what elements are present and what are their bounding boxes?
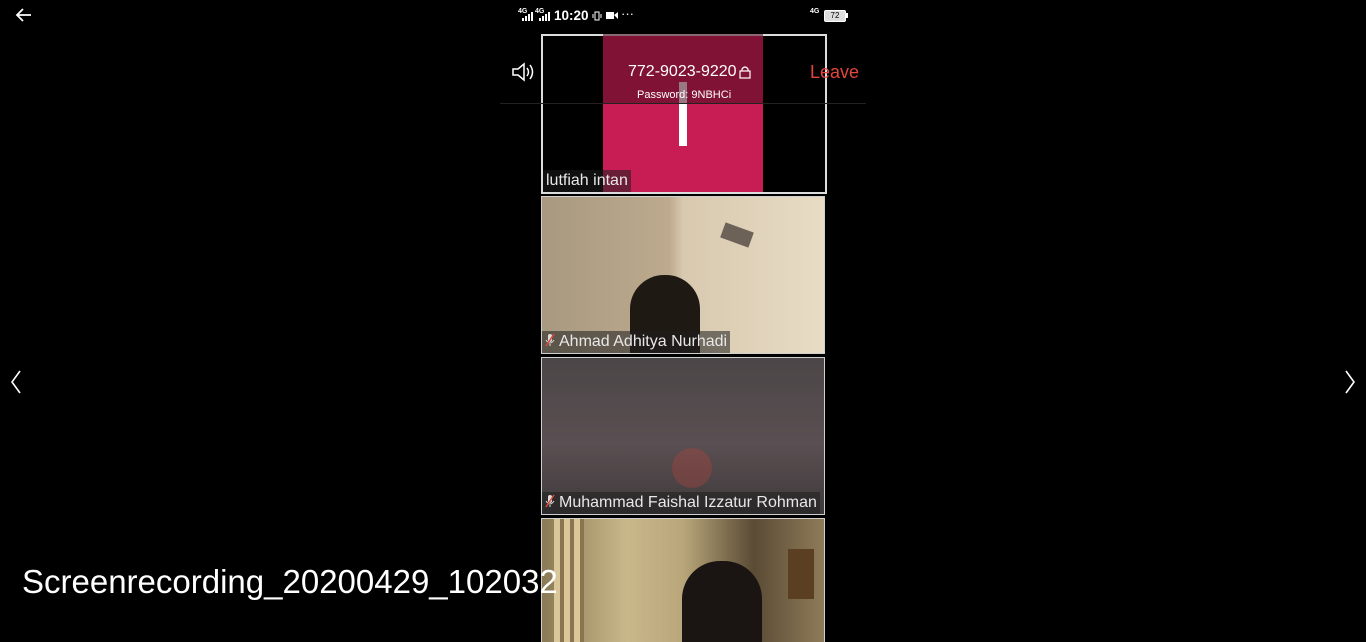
network-indicator: 4G bbox=[810, 8, 820, 15]
participant-name-text: Muhammad Faishal Izzatur Rohman bbox=[559, 494, 817, 511]
signal-icon bbox=[522, 12, 533, 21]
next-button[interactable] bbox=[1338, 362, 1362, 402]
speaker-icon bbox=[512, 62, 534, 82]
vibrate-icon bbox=[592, 11, 602, 21]
arrow-left-icon bbox=[15, 8, 31, 22]
wall-object bbox=[720, 222, 754, 248]
participant-name: Ahmad Adhitya Nurhadi bbox=[542, 331, 731, 353]
mic-muted-icon bbox=[545, 333, 555, 347]
leave-button[interactable]: Leave bbox=[810, 62, 859, 83]
participant-tile[interactable] bbox=[541, 518, 825, 642]
header-divider bbox=[500, 103, 866, 104]
video-frame: 4G 4G 10:20 ··· 4G 72 lutfiah intan 772-… bbox=[500, 0, 866, 642]
shelf bbox=[788, 549, 814, 599]
speaker-button[interactable] bbox=[510, 60, 536, 84]
status-time: 10:20 bbox=[554, 8, 589, 23]
signal-icon bbox=[539, 12, 550, 21]
participant-name: lutfiah intan bbox=[543, 170, 631, 192]
participant-tile[interactable]: Ahmad Adhitya Nurhadi bbox=[541, 196, 825, 354]
chevron-right-icon bbox=[1345, 370, 1355, 394]
meeting-id: 772-9023-9220 bbox=[628, 63, 737, 80]
previous-button[interactable] bbox=[4, 362, 28, 402]
video-person bbox=[682, 561, 762, 642]
recording-filename: Screenrecording_20200429_102032 bbox=[22, 563, 558, 600]
participant-name-text: Ahmad Adhitya Nurhadi bbox=[559, 333, 728, 350]
meeting-password: Password: 9NBHCi bbox=[637, 89, 732, 101]
video-blur bbox=[672, 448, 712, 488]
participant-name: Muhammad Faishal Izzatur Rohman bbox=[542, 492, 820, 514]
back-button[interactable] bbox=[12, 4, 36, 26]
mic-muted-icon bbox=[545, 494, 555, 508]
chevron-left-icon bbox=[11, 370, 21, 394]
participant-tile[interactable]: Muhammad Faishal Izzatur Rohman bbox=[541, 357, 825, 515]
status-bar: 4G 4G 10:20 ··· 4G 72 bbox=[500, 0, 866, 32]
more-indicator: ··· bbox=[621, 6, 634, 21]
battery-tip bbox=[846, 13, 848, 18]
battery-indicator: 72 bbox=[824, 10, 846, 22]
video-camera-icon bbox=[606, 12, 618, 19]
lock-icon bbox=[739, 66, 751, 79]
curtain bbox=[554, 519, 584, 642]
